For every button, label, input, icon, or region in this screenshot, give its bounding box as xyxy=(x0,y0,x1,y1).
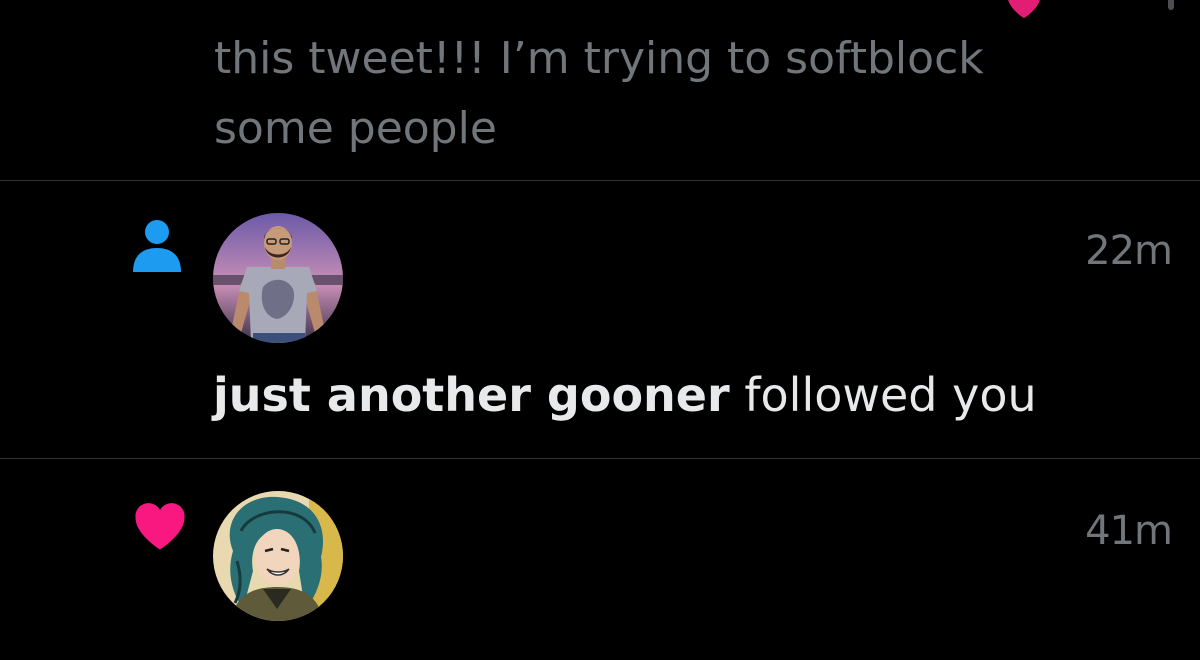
heart-icon xyxy=(132,499,188,555)
action-text: followed you xyxy=(729,368,1037,422)
avatar[interactable] xyxy=(213,213,343,343)
person-icon xyxy=(132,219,182,277)
quoted-tweet-line: this tweet!!! I’m trying to softblock xyxy=(214,33,984,84)
notification-text: just another gooner followed you xyxy=(213,367,1037,423)
avatar[interactable] xyxy=(213,491,343,621)
timestamp: 22m xyxy=(1085,228,1173,274)
quoted-tweet-line: some people xyxy=(214,103,497,154)
like-notification[interactable]: 41m xyxy=(0,459,1200,660)
follow-notification[interactable]: 22m just another gooner followed you xyxy=(0,181,1200,459)
previous-notification[interactable]: this tweet!!! I’m trying to softblock so… xyxy=(0,0,1200,181)
quoted-tweet-text: this tweet!!! I’m trying to softblock so… xyxy=(214,24,1114,164)
heart-emoji-icon xyxy=(1002,0,1046,24)
scrollbar-thumb[interactable] xyxy=(1168,0,1174,10)
timestamp: 41m xyxy=(1085,508,1173,554)
user-name-link[interactable]: just another gooner xyxy=(213,368,730,422)
